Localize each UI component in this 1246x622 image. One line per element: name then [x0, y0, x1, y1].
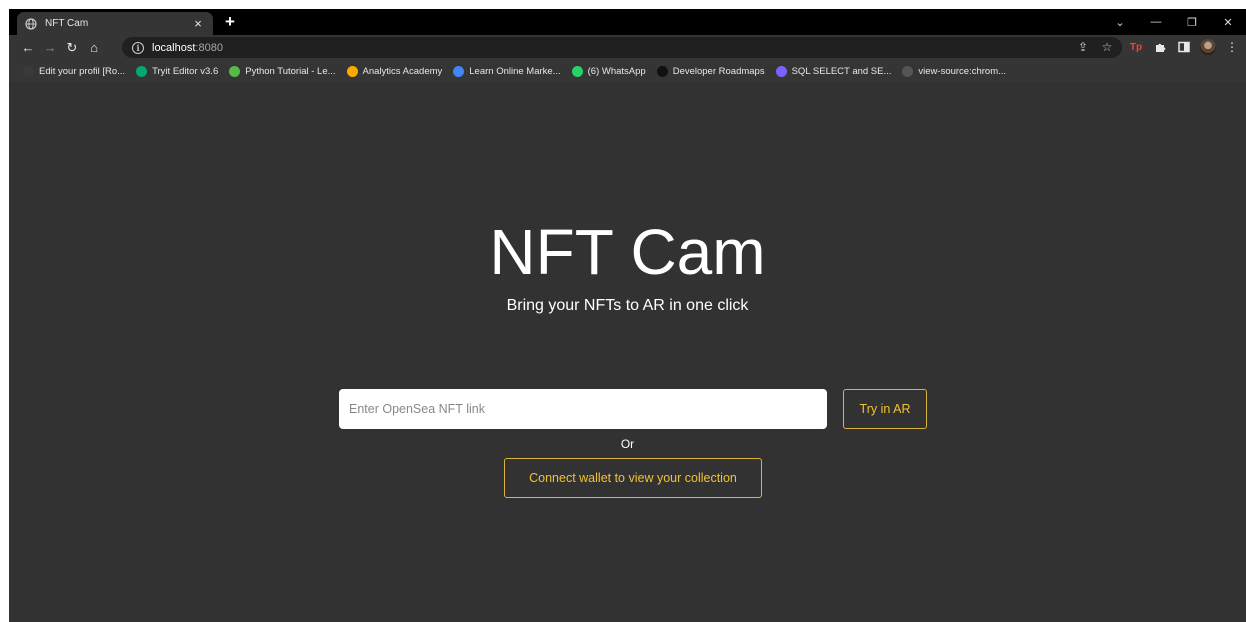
bookmark-item[interactable]: Developer Roadmaps: [656, 65, 765, 77]
home-button[interactable]: ⌂: [83, 38, 105, 58]
side-panel-icon[interactable]: [1176, 37, 1192, 57]
dot-icon: [23, 65, 34, 77]
bookmark-item[interactable]: Analytics Academy: [346, 65, 443, 77]
new-tab-button[interactable]: +: [221, 13, 239, 31]
tab-close-icon[interactable]: ×: [191, 16, 205, 31]
or-label: Or: [620, 437, 635, 451]
tab-strip: NFT Cam × + ⌄ — ❐ ✕: [9, 9, 1246, 35]
share-icon[interactable]: ⇪: [1076, 40, 1090, 54]
bookmark-label: view-source:chrom...: [918, 65, 1007, 77]
address-bar[interactable]: i localhost:8080 ⇪ ☆: [122, 37, 1122, 58]
bookmark-item[interactable]: Python Tutorial - Le...: [229, 65, 336, 77]
bookmark-label: SQL SELECT and SE...: [791, 65, 892, 77]
analytics-icon: [346, 65, 358, 77]
sql-icon: [775, 65, 787, 77]
bookmarks-bar: Edit your profil [Ro... Tryit Editor v3.6…: [9, 60, 1246, 82]
puzzle-icon[interactable]: [1152, 37, 1168, 57]
bookmark-item[interactable]: view-source:chrom...: [902, 65, 1007, 77]
minimize-button[interactable]: —: [1138, 9, 1174, 35]
forward-button[interactable]: →: [39, 38, 61, 58]
url-port: :8080: [195, 41, 223, 54]
back-button[interactable]: ←: [17, 38, 39, 58]
browser-window: NFT Cam × + ⌄ — ❐ ✕ ← → ↻ ⌂ i localhost:…: [9, 9, 1246, 622]
info-icon[interactable]: i: [132, 41, 144, 54]
python-icon: [229, 65, 241, 77]
w3-icon: [136, 65, 148, 77]
close-window-button[interactable]: ✕: [1210, 9, 1246, 35]
menu-kebab-icon[interactable]: ⋮: [1224, 37, 1240, 57]
bookmark-item[interactable]: Edit your profil [Ro...: [23, 65, 126, 77]
bookmark-label: (6) WhatsApp: [587, 65, 646, 77]
bookmark-item[interactable]: Tryit Editor v3.6: [136, 65, 219, 77]
bookmark-item[interactable]: (6) WhatsApp: [571, 65, 646, 77]
bookmark-label: Analytics Academy: [362, 65, 443, 77]
bookmark-label: Tryit Editor v3.6: [152, 65, 219, 77]
reload-button[interactable]: ↻: [61, 38, 83, 58]
bookmark-label: Developer Roadmaps: [672, 65, 765, 77]
window-controls: ⌄ — ❐ ✕: [1102, 9, 1246, 35]
globe-icon: [902, 65, 914, 77]
bookmark-item[interactable]: SQL SELECT and SE...: [775, 65, 892, 77]
tab-title: NFT Cam: [45, 18, 89, 29]
try-in-ar-button[interactable]: Try in AR: [843, 389, 927, 429]
address-bar-actions: ⇪ ☆: [1076, 40, 1114, 54]
url-host: localhost: [152, 41, 196, 54]
browser-toolbar: ← → ↻ ⌂ i localhost:8080 ⇪ ☆ Tp ⋮: [9, 35, 1246, 60]
profile-avatar-icon: [1200, 39, 1216, 55]
restore-button[interactable]: ❐: [1174, 9, 1210, 35]
extensions-area: Tp ⋮: [1128, 37, 1240, 57]
connect-wallet-button[interactable]: Connect wallet to view your collection: [504, 458, 762, 498]
google-icon: [453, 65, 465, 77]
globe-icon: [25, 17, 37, 30]
bookmark-star-icon[interactable]: ☆: [1100, 40, 1114, 54]
whatsapp-icon: [571, 65, 583, 77]
bookmark-label: Learn Online Marke...: [469, 65, 561, 77]
avatar[interactable]: [1200, 37, 1216, 57]
page-title: NFT Cam: [489, 216, 766, 288]
opensea-link-input[interactable]: [339, 389, 827, 429]
bookmark-label: Python Tutorial - Le...: [245, 65, 336, 77]
tab-search-chevron-icon[interactable]: ⌄: [1102, 9, 1138, 35]
page-subtitle: Bring your NFTs to AR in one click: [506, 297, 749, 314]
page-content: NFT Cam Bring your NFTs to AR in one cli…: [9, 82, 1246, 622]
url-text: localhost:8080: [152, 42, 223, 54]
bookmark-label: Edit your profil [Ro...: [39, 65, 126, 77]
extension-tp-icon[interactable]: Tp: [1128, 37, 1144, 57]
bookmark-item[interactable]: Learn Online Marke...: [453, 65, 561, 77]
tab-nft-cam[interactable]: NFT Cam ×: [17, 12, 213, 35]
roadmap-icon: [656, 65, 668, 77]
